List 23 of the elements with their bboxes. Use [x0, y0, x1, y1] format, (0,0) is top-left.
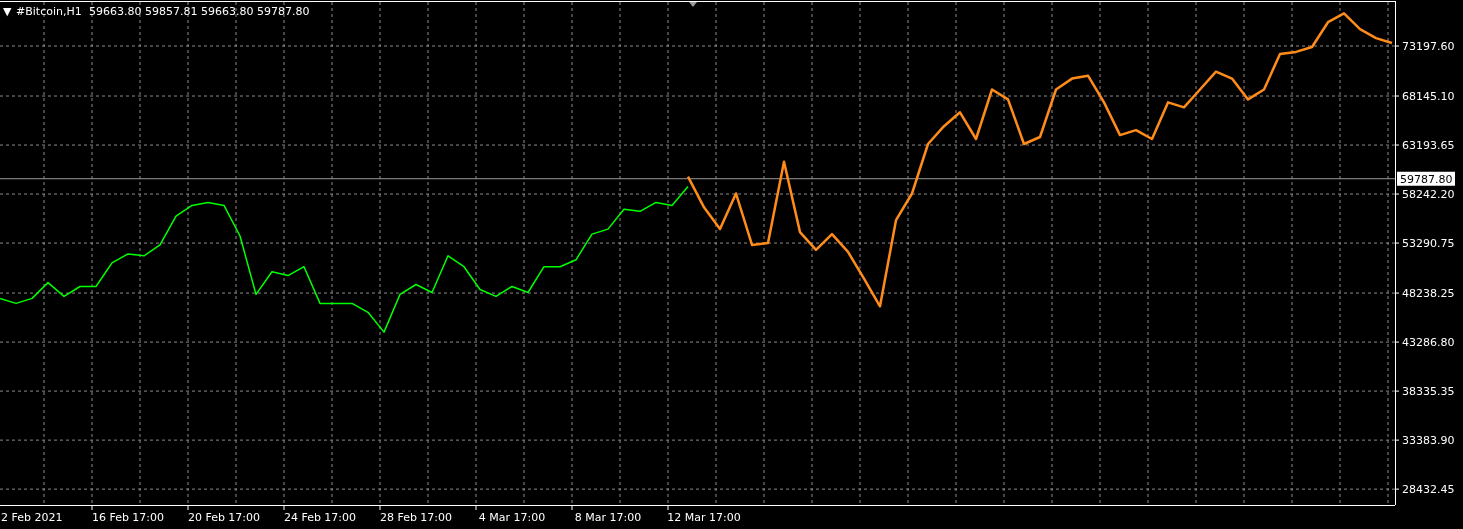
axis-label: 43286.80 — [1402, 336, 1455, 350]
axis-label: 28432.45 — [1402, 483, 1455, 497]
axis-label: 73197.60 — [1402, 40, 1455, 53]
ohlc-values: 59663.80 59857.81 59663.80 59787.80 — [89, 5, 310, 18]
axis-label: 24 Feb 17:00 — [283, 511, 357, 524]
axis-label: 8 Mar 17:00 — [574, 511, 642, 524]
axis-label: 20 Feb 17:00 — [187, 511, 261, 524]
axis-label: 38335.35 — [1402, 385, 1455, 399]
axis-label: 58242.20 — [1402, 188, 1455, 202]
axis-label: 28 Feb 17:00 — [379, 511, 453, 524]
axis-label: 63193.65 — [1402, 139, 1455, 153]
axis-label: 12 Mar 17:00 — [667, 511, 741, 524]
axis-label: 33383.90 — [1402, 434, 1455, 448]
axis-label: 2 Feb 2021 — [1, 511, 63, 524]
marker-icon — [689, 2, 697, 7]
chart-title: #Bitcoin,H1 — [16, 5, 82, 18]
axis-label: 16 Feb 17:00 — [91, 511, 165, 524]
price-tag: 59787.80 — [1397, 171, 1455, 186]
axis-label: 4 Mar 17:00 — [478, 511, 546, 524]
axis-label: 53290.75 — [1402, 237, 1455, 251]
axis-label: 48238.25 — [1402, 287, 1455, 301]
caret-icon[interactable]: ▼ — [3, 5, 12, 18]
axis-label: 68145.10 — [1402, 90, 1455, 103]
